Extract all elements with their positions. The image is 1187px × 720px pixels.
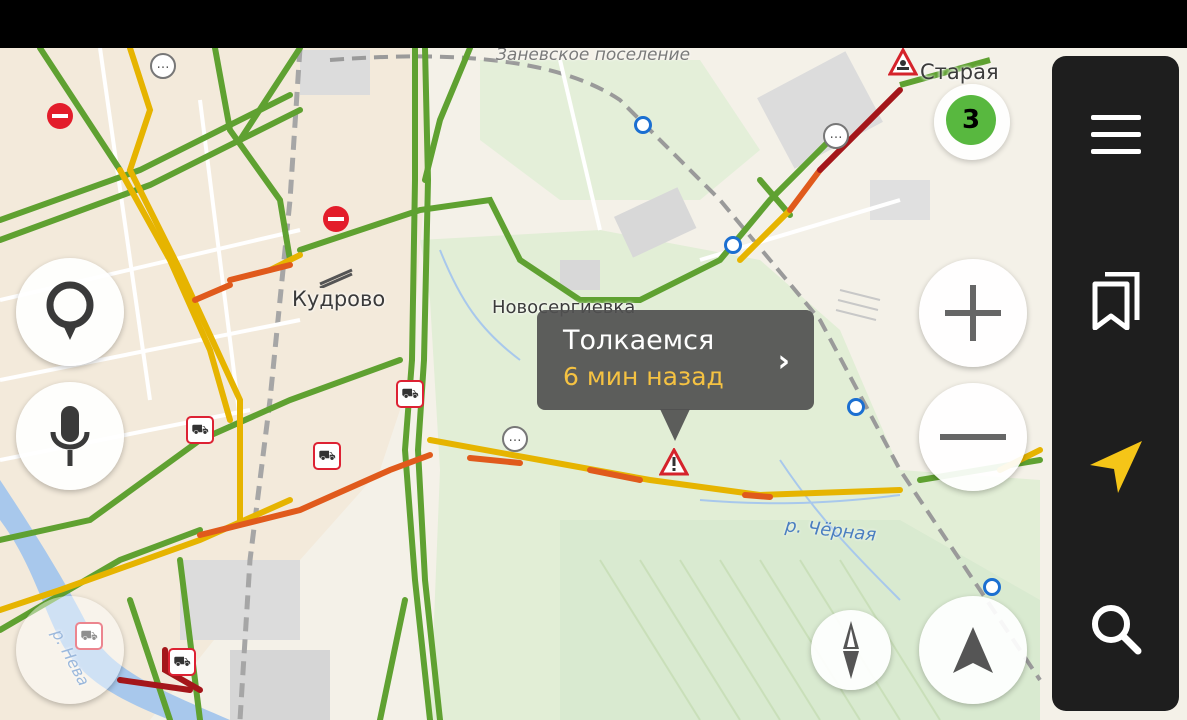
popup-title: Толкаемся xyxy=(563,325,715,356)
status-bar xyxy=(0,0,1187,48)
north-arrow-icon xyxy=(953,627,993,673)
station-marker[interactable] xyxy=(983,578,1001,596)
microphone-icon xyxy=(50,406,90,466)
sidebar-panel xyxy=(1052,56,1179,711)
search-button[interactable] xyxy=(1052,574,1179,684)
station-marker[interactable] xyxy=(634,116,652,134)
traffic-event-popup[interactable]: Толкаемся 6 мин назад › xyxy=(537,310,814,410)
navigate-button[interactable] xyxy=(919,596,1027,704)
accident-icon[interactable]: ⛟ xyxy=(168,648,196,676)
zoom-in-button[interactable] xyxy=(919,259,1027,367)
menu-button[interactable] xyxy=(1052,80,1179,190)
popup-pointer xyxy=(660,409,690,441)
station-marker[interactable] xyxy=(847,398,865,416)
minus-icon xyxy=(940,434,1006,440)
chat-icon[interactable]: … xyxy=(150,53,176,79)
plus-icon xyxy=(945,285,1001,341)
compass-icon xyxy=(843,621,859,679)
chat-icon[interactable]: … xyxy=(823,123,849,149)
location-arrow-icon xyxy=(1089,441,1142,493)
warning-icon[interactable] xyxy=(659,448,689,476)
no-entry-icon[interactable] xyxy=(47,103,73,129)
traffic-level-badge[interactable]: 3 xyxy=(946,95,996,145)
place-label-zanevskoe: Заневское поселение xyxy=(496,48,691,65)
place-label-kudrovo: Кудрово xyxy=(292,287,386,311)
accident-icon[interactable]: ⛟ xyxy=(313,442,341,470)
no-entry-icon[interactable] xyxy=(323,206,349,232)
my-location-button[interactable] xyxy=(1052,412,1179,522)
station-marker[interactable] xyxy=(724,236,742,254)
bookmarks-button[interactable] xyxy=(1052,246,1179,356)
voice-button[interactable] xyxy=(16,382,124,490)
compass-button[interactable] xyxy=(811,610,891,690)
search-icon xyxy=(1091,605,1141,655)
accident-icon[interactable]: ⛟ xyxy=(186,416,214,444)
chevron-right-icon: › xyxy=(777,344,790,379)
zoom-out-button[interactable] xyxy=(919,383,1027,491)
roadworks-icon[interactable] xyxy=(888,48,918,76)
map-pin-icon xyxy=(46,281,94,340)
popup-time: 6 мин назад xyxy=(563,362,724,391)
hamburger-icon xyxy=(1090,115,1141,154)
layer-button[interactable] xyxy=(16,596,124,704)
chat-icon[interactable]: … xyxy=(502,426,528,452)
bridge-icon xyxy=(319,268,353,288)
bookmarks-icon xyxy=(1092,272,1139,330)
accident-icon[interactable]: ⛟ xyxy=(396,380,424,408)
search-pin-button[interactable] xyxy=(16,258,124,366)
place-label-staraya: Старая xyxy=(920,60,999,84)
